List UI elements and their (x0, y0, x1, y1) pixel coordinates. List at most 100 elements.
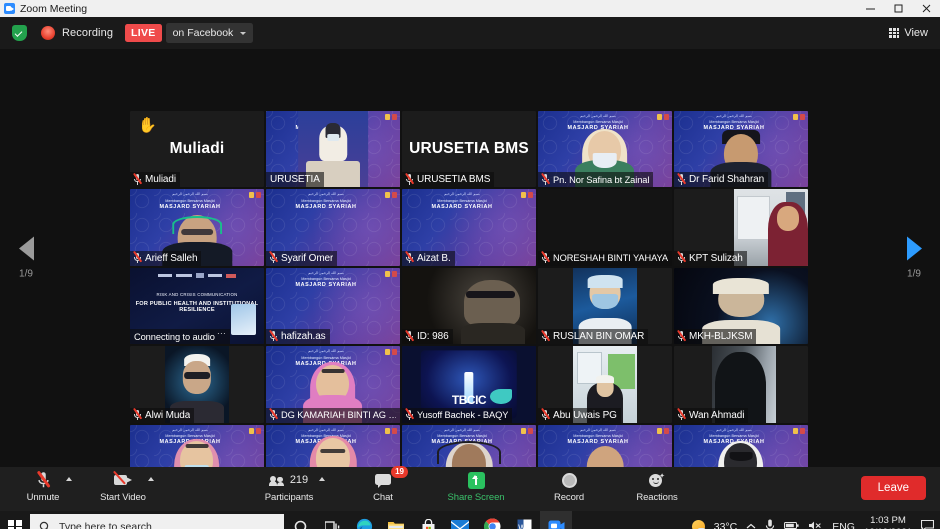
virtual-background-text: بسم الله الرحمن الرحيم Membangun Bersama… (295, 192, 357, 210)
participants-icon (269, 475, 286, 486)
participant-tile[interactable]: ✋ Muliadi Muliadi (130, 111, 264, 188)
participant-tile[interactable]: RISK AND CRISIS COMMUNICATION FOR PUBLIC… (130, 267, 264, 345)
mail-icon[interactable] (444, 511, 476, 529)
page-indicator-left: 1/9 (19, 268, 33, 280)
participant-tile[interactable]: بسم الله الرحمن الرحيم Membangun Bersama… (266, 189, 400, 266)
participant-tile[interactable]: Wan Ahmadi (674, 346, 808, 423)
participant-tile[interactable]: ID: 986 (402, 267, 536, 345)
previous-page-button[interactable]: 1/9 (4, 236, 48, 280)
microphone-muted-icon (405, 251, 415, 264)
participant-tile[interactable]: Alwi Muda (130, 346, 264, 423)
record-circle-icon (561, 472, 577, 488)
microphone-muted-icon (541, 251, 551, 264)
eyeglasses-shape (320, 449, 346, 454)
show-hidden-icons-chevron[interactable] (746, 521, 756, 529)
participant-name: URUSETIA BMS (417, 174, 491, 186)
participant-name: KPT Sulizah (689, 252, 743, 264)
zoom-top-bar: Recording LIVE on Facebook View (0, 17, 940, 49)
participant-name-bar: KPT Sulizah (674, 250, 747, 266)
participant-tile[interactable]: TBCIC Yusoff Bachek - BAQY (402, 346, 536, 423)
participant-tile[interactable]: URUSETIA BMS URUSETIA BMS (402, 111, 536, 188)
participant-name-bar: Connecting to audio ˙˙˙ (130, 329, 231, 345)
next-page-arrow (906, 236, 922, 261)
participant-name: MKH-BLJKSM (689, 331, 753, 343)
microphone-muted-icon (677, 329, 687, 342)
battery-icon[interactable] (784, 521, 799, 529)
participant-tile[interactable]: MKH-BLJKSM (674, 267, 808, 345)
camera-off-icon (112, 470, 133, 486)
virtual-background-text: بسم الله الرحمن الرحيم Membangun Bersama… (159, 192, 221, 210)
live-badge: LIVE (125, 24, 162, 42)
chevron-down-icon (240, 31, 247, 35)
sun-cloud-icon[interactable] (691, 520, 706, 529)
participant-tile[interactable]: بسم الله الرحمن الرحيم Membangun Bersama… (266, 111, 400, 188)
participant-name-bar: NORESHAH BINTI YAHAYA (538, 250, 672, 266)
task-view-icon[interactable] (316, 511, 348, 529)
edge-icon[interactable] (348, 511, 380, 529)
participant-tile[interactable]: بسم الله الرحمن الرحيم Membangun Bersama… (266, 346, 400, 423)
word-icon[interactable]: W (508, 511, 540, 529)
maximize-icon[interactable] (884, 0, 912, 17)
participants-label: Participants (264, 492, 314, 503)
start-video-button[interactable]: Start Video (96, 470, 154, 503)
page-indicator-right: 1/9 (907, 268, 921, 280)
participant-tile[interactable]: Abu Uwais PG (538, 346, 672, 423)
mute-button[interactable]: Unmute (16, 469, 72, 503)
action-center-icon[interactable] (920, 519, 935, 529)
video-options-chevron[interactable] (148, 477, 154, 481)
participant-tile[interactable]: بسم الله الرحمن الرحيم Membangun Bersama… (266, 267, 400, 345)
participant-tile[interactable]: RUSLAN BIN OMAR (538, 267, 672, 345)
chat-button[interactable]: 19 Chat (356, 466, 410, 503)
audio-options-chevron[interactable] (66, 477, 72, 481)
virtual-background-logo (657, 427, 669, 434)
next-page-button[interactable]: 1/9 (892, 236, 936, 280)
weather-temperature[interactable]: 33°C (714, 521, 737, 529)
participant-tile[interactable]: بسم الله الرحمن الرحيم Membangun Bersama… (130, 189, 264, 266)
participant-name-bar: MKH-BLJKSM (674, 329, 757, 345)
participant-name: Alwi Muda (145, 409, 191, 421)
view-button[interactable]: View (889, 27, 928, 39)
microphone-muted-icon (677, 251, 687, 264)
file-explorer-icon[interactable] (380, 511, 412, 529)
participant-tile[interactable]: بسم الله الرحمن الرحيم Membangun Bersama… (538, 111, 672, 188)
volume-muted-icon[interactable] (808, 520, 823, 529)
leave-button[interactable]: Leave (860, 476, 926, 500)
participant-name: Abu Uwais PG (553, 409, 617, 421)
black-face-mask (729, 452, 753, 462)
green-shield-check-icon[interactable] (12, 25, 27, 41)
microsoft-store-icon[interactable] (412, 511, 444, 529)
chrome-icon[interactable] (476, 511, 508, 529)
close-icon[interactable] (912, 0, 940, 17)
window-title: Zoom Meeting (20, 2, 88, 15)
system-tray: 33°C ENG 1:03 PM 12/10/2021 (691, 511, 940, 529)
virtual-background-logo (385, 114, 397, 120)
zoom-icon[interactable] (540, 511, 572, 529)
record-button[interactable]: Record (542, 470, 596, 503)
reactions-button[interactable]: ✦ Reactions (630, 470, 684, 504)
windows-start-icon[interactable] (0, 519, 30, 529)
search-input[interactable]: Type here to search (30, 514, 284, 529)
minimize-icon[interactable] (856, 0, 884, 17)
participant-tile[interactable]: بسم الله الرحمن الرحيم Membangun Bersama… (402, 189, 536, 266)
participant-name-bar: Syarif Omer (266, 250, 338, 266)
onedrive-icon[interactable] (765, 519, 775, 529)
live-platform-dropdown[interactable]: on Facebook (165, 23, 254, 43)
participant-tile[interactable]: بسم الله الرحمن الرحيم Membangun Bersama… (674, 111, 808, 188)
share-screen-button[interactable]: Share Screen (444, 470, 508, 503)
chat-label: Chat (373, 492, 393, 503)
participant-tile[interactable]: NORESHAH BINTI YAHAYA (538, 189, 672, 266)
virtual-background-logo (249, 192, 261, 199)
participant-name: NORESHAH BINTI YAHAYA (553, 253, 668, 264)
recording-dot-icon[interactable] (41, 26, 55, 40)
window-title-bar: Zoom Meeting (0, 0, 940, 17)
clock[interactable]: 1:03 PM 12/10/2021 (864, 515, 912, 529)
participant-tile[interactable]: KPT Sulizah (674, 189, 808, 266)
language-indicator[interactable]: ENG (832, 521, 855, 529)
participants-button[interactable]: 219 Participants (256, 470, 325, 503)
virtual-background-logo (793, 114, 805, 120)
microphone-muted-icon (677, 408, 687, 421)
participants-options-chevron[interactable] (319, 477, 325, 481)
microphone-muted-icon (269, 408, 279, 421)
cortana-circle-icon[interactable] (284, 511, 316, 529)
participant-name-bar: Abu Uwais PG (538, 407, 621, 423)
